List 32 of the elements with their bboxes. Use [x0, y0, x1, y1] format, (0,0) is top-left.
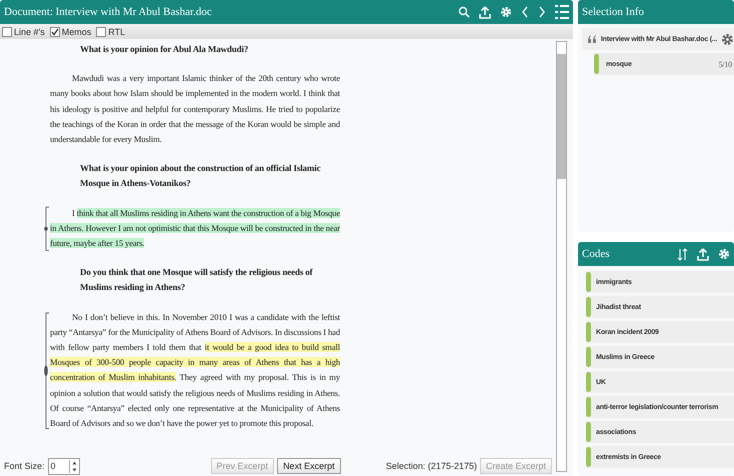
question-text: Do you think that one Mosque will satisfy the religious needs of Muslims residing in Athens?	[79, 266, 314, 294]
option-checkbox[interactable]: RTL	[96, 26, 126, 36]
question-text: What is your opinion about the construction of an official Islamic Mosque in Athens-Votanikos?	[79, 162, 322, 190]
next-excerpt-button[interactable]: Next Excerpt	[277, 458, 341, 474]
question-text: What is your opinion for Abul Ala Mawdudi?	[79, 43, 250, 56]
answer-text: I think that all Muslims residing in Athens want the construction of a big Mosque in Athens. However I am not optimistic that this Mosque will be constructed in the near future, maybe after 15 years.	[50, 206, 340, 250]
upload-icon[interactable]	[479, 6, 491, 18]
check-icon	[50, 28, 59, 36]
search-icon[interactable]	[458, 6, 470, 18]
memo-bracket[interactable]	[44, 206, 50, 252]
option-checkbox[interactable]: Line #'s	[2, 26, 45, 36]
previous-icon[interactable]	[521, 6, 529, 18]
answer-text: No I don’t believe in this. In November 2010 I was a candidate with the leftist party “Antarsya” for the Municipality of Athens Board of Advisors. In discussions I had with fellow party members I told them that it would be a good idea to build small Mosques of 300-500 people capacity in many areas of Athens that has a high concentration of Muslim inhabitants. They agreed with my proposal. This is in my opinion a solution that would satisfy the religious needs of Muslims residing in Athens. Of course “Antarsya” elected only one representative at the Municipality of Athens Board of Advisors and so we don’t have the power yet to promote this proposal.	[50, 310, 340, 430]
memo-bracket[interactable]	[44, 310, 50, 432]
font-size-field[interactable]: 0	[48, 458, 80, 474]
panel-title: Codes	[582, 248, 610, 260]
window-title: Document: Interview with Mr Abul Bashar.doc	[4, 6, 212, 18]
quote-icon	[587, 34, 597, 44]
sort-icon[interactable]	[677, 248, 688, 260]
panel-title: Selection Info	[582, 6, 644, 18]
font-size-label: Font Size:	[4, 461, 45, 471]
up-arrow-icon[interactable]	[72, 460, 77, 464]
down-arrow-icon[interactable]	[72, 468, 77, 472]
upload-icon[interactable]	[697, 248, 709, 260]
settings-icon[interactable]	[721, 32, 734, 46]
list-icon[interactable]	[555, 4, 569, 20]
scrollbar[interactable]	[556, 41, 567, 472]
code-count: 5/10	[718, 60, 733, 68]
answer-text: Mawdudi was a very important Islamic thinker of the 20th century who wrote many books about how Islam should be implemented in the modern world. I think that his ideology is positive and helpful for contemporary Muslims. He tried to popularize the teachings of the Koran in order that the message of the Koran would be simple and understandable for every Muslim.	[50, 72, 340, 146]
next-icon[interactable]	[538, 6, 546, 18]
selection-range: Selection: (2175-2175)	[386, 461, 477, 471]
option-checkbox[interactable]: Memos	[50, 26, 92, 36]
